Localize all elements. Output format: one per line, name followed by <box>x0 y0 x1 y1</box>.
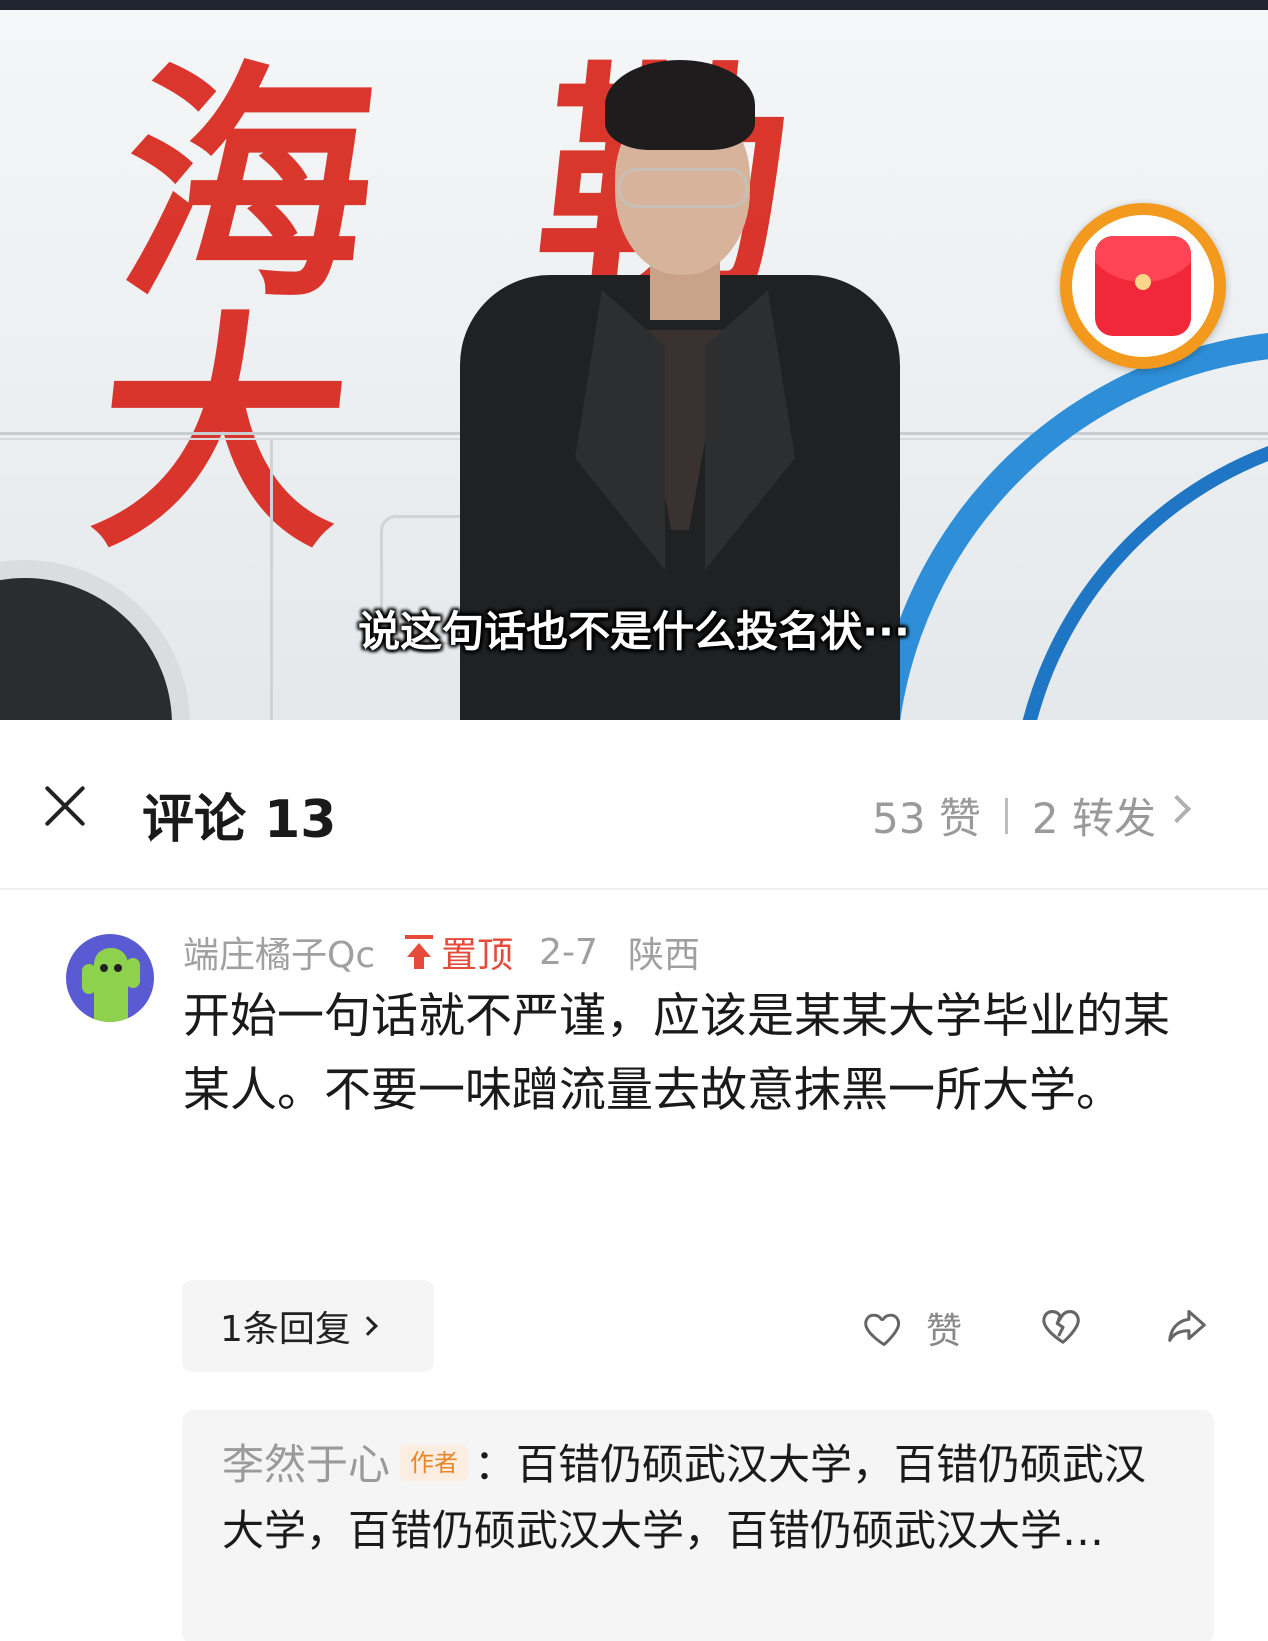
share-icon[interactable] <box>1163 1302 1211 1348</box>
reposts-count: 2 转发 <box>1031 794 1156 843</box>
reply-author[interactable]: 李然于心 <box>222 1440 390 1489</box>
author-badge: 作者 <box>400 1445 469 1481</box>
pinned-label: 置顶 <box>441 935 514 976</box>
hair <box>605 60 755 150</box>
heart-icon <box>864 1313 901 1347</box>
comment-sheet: 评论 13 53 赞 2 转发 端庄橘子Qc 置顶 2-7 陕西 开始一句话就不… <box>0 725 1268 1641</box>
reply-preview-text: 李然于心 作者 ：百错仍硕武汉大学，百错仍硕武汉大学，百错仍硕武汉大学，百错仍硕武汉… <box>222 1432 1176 1564</box>
view-replies-button[interactable]: 1条回复 <box>182 1280 434 1372</box>
cactus-arm-right <box>126 958 140 988</box>
comment-text: 开始一句话就不严谨，应该是某某大学毕业的某某人。不要一味蹭流量去故意抹黑一所大学… <box>183 989 1170 1118</box>
avatar-eye-left <box>100 964 108 972</box>
comment-region: 陕西 <box>627 935 700 976</box>
header-divider <box>0 888 1268 890</box>
red-envelope-icon <box>1095 236 1191 336</box>
like-label: 赞 <box>926 1311 963 1352</box>
post-stats[interactable]: 53 赞 2 转发 <box>872 785 1156 846</box>
broken-heart-icon[interactable] <box>1040 1302 1086 1348</box>
comment-meta: 端庄橘子Qc 置顶 2-7 陕西 <box>183 926 700 978</box>
close-icon[interactable] <box>34 775 96 837</box>
comment-count-title: 评论 13 <box>142 790 337 850</box>
red-envelope-button[interactable] <box>1060 203 1226 369</box>
cactus-avatar-icon <box>94 948 128 1022</box>
pinned-badge: 置顶 <box>405 926 513 978</box>
video-subtitle: 说这句话也不是什么投名状··· <box>358 607 910 656</box>
likes-count: 53 赞 <box>872 794 981 843</box>
video-player[interactable]: 海 勒 大 等 说这句话也不是什么投名状··· <box>0 0 1268 720</box>
bus-panel-line <box>270 440 273 720</box>
avatar-eye-right <box>114 964 122 972</box>
comment-username[interactable]: 端庄橘子Qc <box>183 926 375 978</box>
like-button[interactable]: 赞 <box>862 1302 962 1354</box>
pin-top-icon <box>405 935 434 969</box>
reply-preview[interactable]: 李然于心 作者 ：百错仍硕武汉大学，百错仍硕武汉大学，百错仍硕武汉大学，百错仍硕武汉… <box>182 1410 1214 1641</box>
glasses <box>618 168 748 208</box>
comment-date: 2-7 <box>539 931 598 973</box>
chevron-right-icon <box>358 1316 378 1336</box>
avatar[interactable] <box>66 934 154 1022</box>
chevron-right-icon[interactable] <box>1163 793 1193 823</box>
reply-count-label: 1条回复 <box>220 1309 351 1350</box>
comment-header: 评论 13 53 赞 2 转发 <box>0 725 1268 890</box>
envelope-seal <box>1135 274 1151 290</box>
stats-separator <box>1004 797 1008 834</box>
video-top-edge <box>0 0 1268 10</box>
